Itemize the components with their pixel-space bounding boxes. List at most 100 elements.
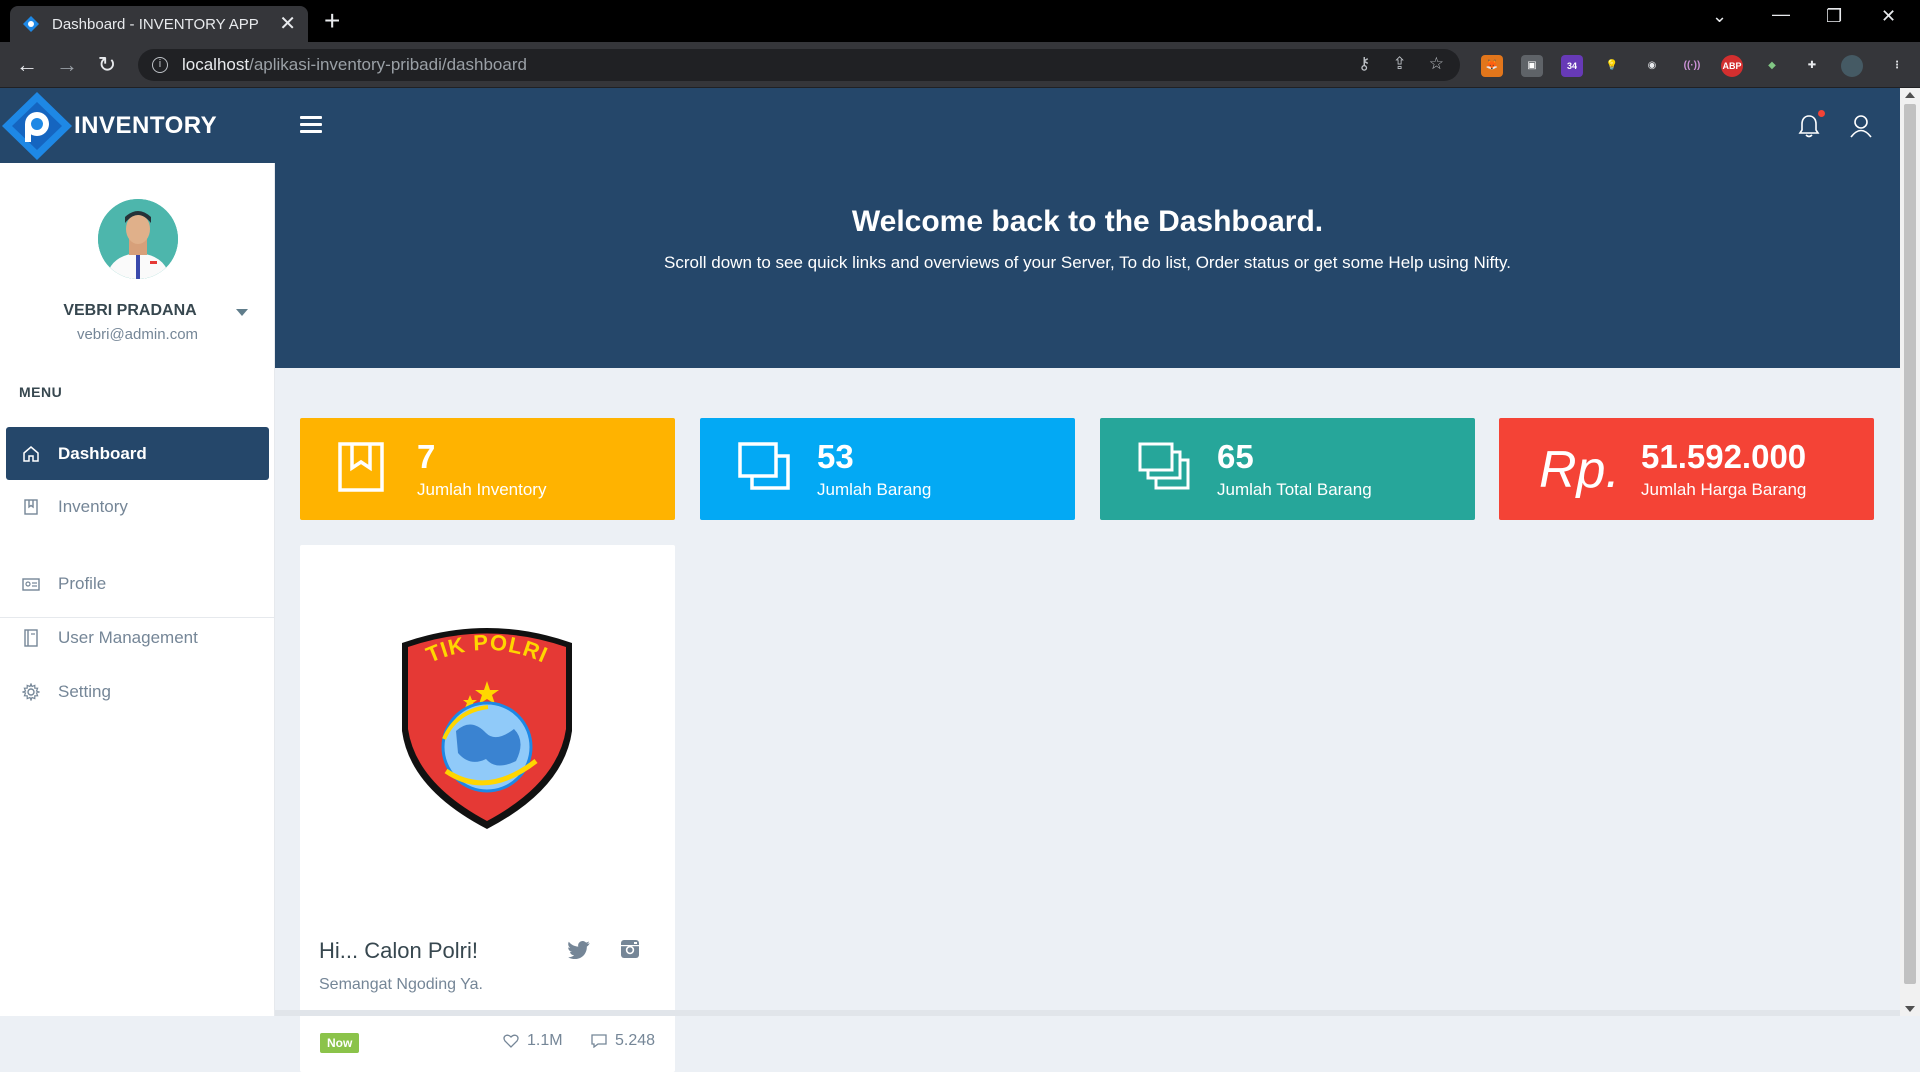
new-tab-button[interactable]: + bbox=[324, 6, 340, 36]
profile-avatar[interactable] bbox=[98, 199, 178, 279]
profile-photo-icon bbox=[98, 199, 178, 279]
stat-card-harga[interactable]: Rp. 51.592.000 Jumlah Harga Barang bbox=[1499, 418, 1874, 520]
sidebar-item-user-management[interactable]: User Management bbox=[6, 611, 269, 664]
reload-button[interactable]: ↻ bbox=[94, 52, 120, 78]
comments-count[interactable]: 5.248 bbox=[591, 1032, 655, 1050]
forward-button[interactable]: → bbox=[54, 52, 80, 78]
stat-label: Jumlah Harga Barang bbox=[1641, 480, 1807, 499]
url-host: localhost bbox=[182, 55, 250, 74]
back-button[interactable]: ← bbox=[14, 52, 40, 78]
close-window-button[interactable]: ✕ bbox=[1881, 6, 1896, 27]
heart-icon bbox=[503, 1034, 519, 1048]
brand-logo-icon bbox=[2, 92, 72, 160]
welcome-banner: Welcome back to the Dashboard. Scroll do… bbox=[275, 163, 1900, 368]
gear-icon bbox=[22, 682, 40, 701]
scroll-down-arrow-icon[interactable] bbox=[1905, 1006, 1915, 1012]
share-icon[interactable]: ⇪ bbox=[1393, 54, 1407, 74]
card-description: Semangat Ngoding Ya. bbox=[319, 976, 483, 993]
instagram-icon[interactable] bbox=[620, 939, 640, 959]
broadcast-extension-icon[interactable]: ((·)) bbox=[1681, 55, 1703, 77]
minimize-button[interactable]: — bbox=[1772, 4, 1790, 25]
profile-avatar-icon[interactable] bbox=[1841, 55, 1863, 77]
sidebar: VEBRI PRADANA vebri@admin.com MENU Dashb… bbox=[0, 163, 275, 1016]
stat-value: 53 bbox=[817, 438, 854, 475]
profile-dropdown-caret-icon[interactable] bbox=[236, 309, 248, 316]
profile-email: vebri@admin.com bbox=[76, 326, 199, 343]
home-icon bbox=[23, 445, 39, 462]
url-path: /aplikasi-inventory-pribadi/dashboard bbox=[249, 55, 527, 74]
stat-label: Jumlah Total Barang bbox=[1217, 480, 1372, 499]
tik-polri-badge-icon: TIK POLRI bbox=[402, 628, 572, 829]
browser-tab[interactable]: Dashboard - INVENTORY APP ✕ bbox=[10, 6, 308, 42]
top-navbar: INVENTORY bbox=[0, 88, 1900, 163]
status-badge: Now bbox=[320, 1033, 360, 1053]
url-input[interactable]: i localhost/aplikasi-inventory-pribadi/d… bbox=[138, 49, 1460, 81]
address-bar-row: ← → ↻ i localhost/aplikasi-inventory-pri… bbox=[0, 42, 1920, 88]
color-picker-extension-icon[interactable]: ◆ bbox=[1761, 55, 1783, 77]
sidebar-item-label: Dashboard bbox=[58, 443, 147, 463]
screenshot-extension-icon[interactable]: ▣ bbox=[1521, 55, 1543, 77]
sidebar-item-label: Inventory bbox=[58, 496, 128, 516]
welcome-subtitle: Scroll down to see quick links and overv… bbox=[664, 253, 1511, 272]
notification-bell-icon[interactable] bbox=[1798, 114, 1820, 138]
app-root: INVENTORY Welcome back to the Dashboard.… bbox=[0, 88, 1900, 1072]
key-icon[interactable]: ⚷ bbox=[1358, 54, 1370, 74]
browser-menu-icon[interactable]: ⋮ bbox=[1886, 55, 1908, 77]
browser-tab-strip: Dashboard - INVENTORY APP ✕ + ⌄ — ❐ ✕ bbox=[0, 0, 1920, 42]
user-account-icon[interactable] bbox=[1850, 114, 1872, 138]
stat-card-total-barang[interactable]: 65 Jumlah Total Barang bbox=[1100, 418, 1475, 520]
stat-value: 65 bbox=[1217, 438, 1254, 475]
welcome-title: Welcome back to the Dashboard. bbox=[851, 205, 1324, 238]
stat-value: 7 bbox=[417, 438, 436, 475]
metamask-extension-icon[interactable]: 🦊 bbox=[1481, 55, 1503, 77]
lightbulb-extension-icon[interactable]: 💡 bbox=[1601, 55, 1623, 77]
comment-icon bbox=[591, 1034, 607, 1048]
app-favicon-icon bbox=[23, 16, 39, 32]
sidebar-item-inventory[interactable]: Inventory bbox=[6, 480, 269, 533]
currency-prefix: Rp. bbox=[1539, 441, 1620, 499]
stat-card-inventory[interactable]: 7 Jumlah Inventory bbox=[300, 418, 675, 520]
card-title: Hi... Calon Polri! bbox=[319, 938, 478, 963]
stacked-windows-icon bbox=[1138, 442, 1190, 490]
bookmark-star-icon[interactable]: ☆ bbox=[1429, 54, 1444, 74]
sidebar-item-label: Setting bbox=[58, 681, 111, 701]
tab-close-icon[interactable]: ✕ bbox=[279, 14, 296, 34]
tracker-extension-icon[interactable]: ◉ bbox=[1641, 55, 1663, 77]
stat-card-barang[interactable]: 53 Jumlah Barang bbox=[700, 418, 1075, 520]
page-scrollbar[interactable] bbox=[1900, 88, 1920, 1016]
menu-caption: MENU bbox=[19, 384, 63, 400]
sidebar-item-label: Profile bbox=[58, 573, 107, 593]
footer-edge bbox=[275, 1010, 1900, 1016]
scroll-up-arrow-icon[interactable] bbox=[1905, 92, 1915, 98]
restore-button[interactable]: ❐ bbox=[1826, 6, 1842, 27]
notebook-icon bbox=[24, 628, 38, 647]
adblock-label: ABP bbox=[1722, 61, 1742, 71]
tab-title: Dashboard - INVENTORY APP bbox=[52, 15, 259, 33]
tab-search-icon[interactable]: ⌄ bbox=[1712, 6, 1727, 27]
stat-value: 51.592.000 bbox=[1641, 438, 1807, 475]
extension-badge-icon[interactable]: 34 bbox=[1561, 55, 1583, 77]
brand[interactable]: INVENTORY bbox=[0, 88, 275, 163]
site-info-icon[interactable]: i bbox=[152, 57, 168, 73]
extension-badge-count: 34 bbox=[1566, 61, 1577, 71]
profile-name[interactable]: VEBRI PRADANA bbox=[0, 302, 260, 320]
bookmark-icon bbox=[338, 442, 384, 492]
sidebar-item-dashboard[interactable]: Dashboard bbox=[6, 427, 269, 480]
notification-dot bbox=[1818, 110, 1825, 117]
brand-name: INVENTORY bbox=[74, 112, 218, 139]
likes-count[interactable]: 1.1M bbox=[503, 1032, 563, 1050]
id-card-icon bbox=[22, 577, 40, 591]
sidebar-item-profile[interactable]: Profile bbox=[6, 557, 269, 610]
sidebar-toggle-button[interactable] bbox=[300, 116, 322, 134]
scrollbar-thumb[interactable] bbox=[1904, 104, 1916, 984]
sidebar-item-setting[interactable]: Setting bbox=[6, 665, 269, 718]
twitter-icon[interactable] bbox=[568, 941, 590, 959]
comments-value: 5.248 bbox=[615, 1032, 656, 1049]
adblock-extension-icon[interactable]: ABP bbox=[1721, 55, 1743, 77]
book-icon bbox=[24, 498, 38, 515]
sidebar-item-label: User Management bbox=[58, 627, 198, 647]
stat-label: Jumlah Barang bbox=[817, 480, 932, 499]
stat-label: Jumlah Inventory bbox=[417, 480, 547, 499]
profile-card: TIK POLRI Hi... Calon Polri! Semangat Ng… bbox=[300, 545, 675, 1072]
extensions-puzzle-icon[interactable]: ✚ bbox=[1801, 55, 1823, 77]
